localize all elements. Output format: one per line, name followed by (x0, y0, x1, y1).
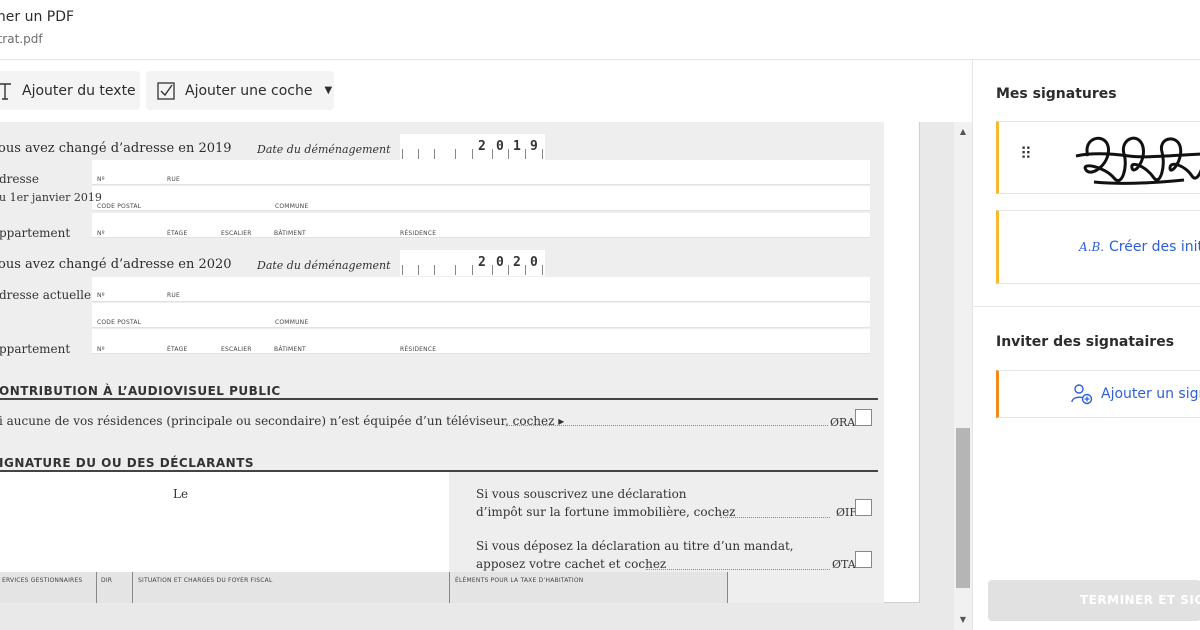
address-label-2020: dresse actuelle (0, 288, 92, 302)
scroll-up-icon[interactable]: ▲ (954, 124, 972, 140)
footer-situation: SITUATION ET CHARGES DU FOYER FISCAL (138, 577, 273, 584)
audiovisuel-heading: ONTRIBUTION À L’AUDIOVISUEL PUBLIC (0, 384, 281, 398)
signature-card[interactable]: ⠿ (996, 121, 1200, 194)
year-digit: 0 (530, 255, 538, 270)
field-residence: RÉSIDENCE (400, 346, 437, 353)
mandat-line1: Si vous déposez la déclaration au titre … (476, 539, 794, 553)
year-digit: 1 (513, 139, 521, 154)
year-digit: 0 (496, 255, 504, 270)
document-viewer[interactable]: ous avez changé d’adresse en 2019 Date d… (0, 122, 972, 630)
field-no: Nº (97, 292, 105, 299)
apartment-row-2019[interactable]: Nº ÉTAGE ESCALIER BÂTIMENT RÉSIDENCE (92, 213, 870, 238)
scroll-thumb[interactable] (956, 428, 970, 588)
audiovisuel-text: i aucune de vos résidences (principale o… (0, 414, 565, 428)
panel-divider (973, 306, 1200, 307)
moving-date-label-2019: Date du déménagement (257, 143, 391, 156)
moving-date-field-2020[interactable]: 2 0 2 0 (400, 250, 545, 276)
field-etage: ÉTAGE (167, 230, 188, 237)
finish-sign-button[interactable]: TERMINER ET SIGN (988, 580, 1200, 621)
moving-date-label-2020: Date du déménagement (257, 259, 391, 272)
section-divider (0, 398, 878, 400)
footer-dir: DIR (101, 577, 113, 584)
field-residence: RÉSIDENCE (400, 230, 437, 237)
ifi-line2: d’impôt sur la fortune immobilière, coch… (476, 505, 736, 519)
checkbox-icon (157, 81, 175, 100)
year-digit: 0 (496, 139, 504, 154)
add-user-icon (1071, 384, 1093, 405)
field-commune: COMMUNE (275, 203, 309, 210)
add-text-label: Ajouter du texte (22, 82, 136, 99)
year-digit: 2 (478, 255, 486, 270)
mandat-code: ØTA (832, 558, 856, 571)
field-no: Nº (97, 176, 105, 183)
year-digit: 2 (513, 255, 521, 270)
mandat-line2: apposez votre cachet et cochez (476, 557, 667, 571)
text-tool-icon (0, 82, 11, 100)
viewer-scrollbar[interactable]: ▲ ▼ (954, 122, 972, 630)
signature-le: Le (173, 487, 189, 501)
audiovisuel-checkbox[interactable] (855, 409, 872, 426)
apartment-label-2019: ppartement (0, 226, 71, 240)
field-batiment: BÂTIMENT (274, 230, 306, 237)
field-no: Nº (97, 230, 105, 237)
initials-mark: A.B. (1079, 240, 1105, 254)
dotted-leader (506, 425, 828, 426)
moving-date-field-2019[interactable]: 2 0 1 9 (400, 134, 545, 160)
pdf-page: ous avez changé d’adresse en 2019 Date d… (0, 122, 920, 603)
date-label-2019: u 1er janvier 2019 (0, 191, 102, 204)
add-check-button[interactable]: Ajouter une coche ▼ (146, 71, 334, 110)
add-signer-card[interactable]: Ajouter un signa (996, 370, 1200, 418)
form-footer: ERVICES GESTIONNAIRES DIR SITUATION ET C… (0, 572, 728, 603)
ifi-line1: Si vous souscrivez une déclaration (476, 487, 687, 501)
footer-elements: ÉLÉMENTS POUR LA TAXE D’HABITATION (455, 577, 584, 584)
field-escalier: ESCALIER (221, 346, 252, 353)
field-commune: COMMUNE (275, 319, 309, 326)
section-2020-heading: ous avez changé d’adresse en 2020 (0, 257, 232, 272)
field-rue: RUE (167, 176, 180, 183)
invite-signers-heading: Inviter des signataires (996, 334, 1175, 350)
section-2019-heading: ous avez changé d’adresse en 2019 (0, 141, 232, 156)
field-code-postal: CODE POSTAL (97, 203, 142, 210)
tax-form: ous avez changé d’adresse en 2019 Date d… (0, 122, 884, 603)
postal-row-2019[interactable]: CODE POSTAL COMMUNE (92, 186, 870, 211)
audiovisuel-code: ØRA (830, 416, 856, 429)
signature-image (1075, 136, 1200, 185)
dotted-leader (646, 569, 830, 570)
field-code-postal: CODE POSTAL (97, 319, 142, 326)
field-rue: RUE (167, 292, 180, 299)
drag-handle-icon[interactable]: ⠿ (1020, 144, 1032, 163)
footer-services: ERVICES GESTIONNAIRES (2, 577, 83, 584)
scroll-down-icon[interactable]: ▼ (954, 612, 972, 628)
address-row-2020[interactable]: Nº RUE (92, 277, 870, 302)
create-initials-label: Créer des initia (1109, 239, 1200, 255)
file-name: ntrat.pdf (0, 32, 43, 46)
field-escalier: ESCALIER (221, 230, 252, 237)
dotted-leader (720, 517, 830, 518)
create-initials-card[interactable]: A.B. Créer des initia (996, 210, 1200, 284)
my-signatures-heading: Mes signatures (996, 86, 1117, 102)
app-header: gner un PDF ntrat.pdf (0, 0, 1200, 60)
postal-row-2020[interactable]: CODE POSTAL COMMUNE (92, 303, 870, 328)
ifi-checkbox[interactable] (855, 499, 872, 516)
signature-panel: Mes signatures ⠿ A.B. Créer des initia I… (972, 60, 1200, 630)
page-title: gner un PDF (0, 9, 75, 25)
field-no: Nº (97, 346, 105, 353)
toolbar: Ajouter du texte Ajouter une coche ▼ (0, 60, 972, 122)
add-text-button[interactable]: Ajouter du texte (0, 71, 140, 110)
signature-heading: IGNATURE DU OU DES DÉCLARANTS (0, 456, 255, 470)
add-signer-label: Ajouter un signa (1101, 386, 1200, 402)
apartment-row-2020[interactable]: Nº ÉTAGE ESCALIER BÂTIMENT RÉSIDENCE (92, 329, 870, 354)
mandat-checkbox[interactable] (855, 551, 872, 568)
address-row-2019[interactable]: Nº RUE (92, 160, 870, 185)
year-digit: 9 (530, 139, 538, 154)
add-check-label: Ajouter une coche (185, 82, 313, 99)
address-label-2019: dresse (0, 172, 39, 186)
chevron-down-icon[interactable]: ▼ (324, 85, 332, 96)
year-digit: 2 (478, 139, 486, 154)
ifi-code: ØIF (836, 506, 857, 519)
field-etage: ÉTAGE (167, 346, 188, 353)
signature-area[interactable]: Le (0, 472, 449, 572)
field-batiment: BÂTIMENT (274, 346, 306, 353)
apartment-label-2020: ppartement (0, 342, 71, 356)
